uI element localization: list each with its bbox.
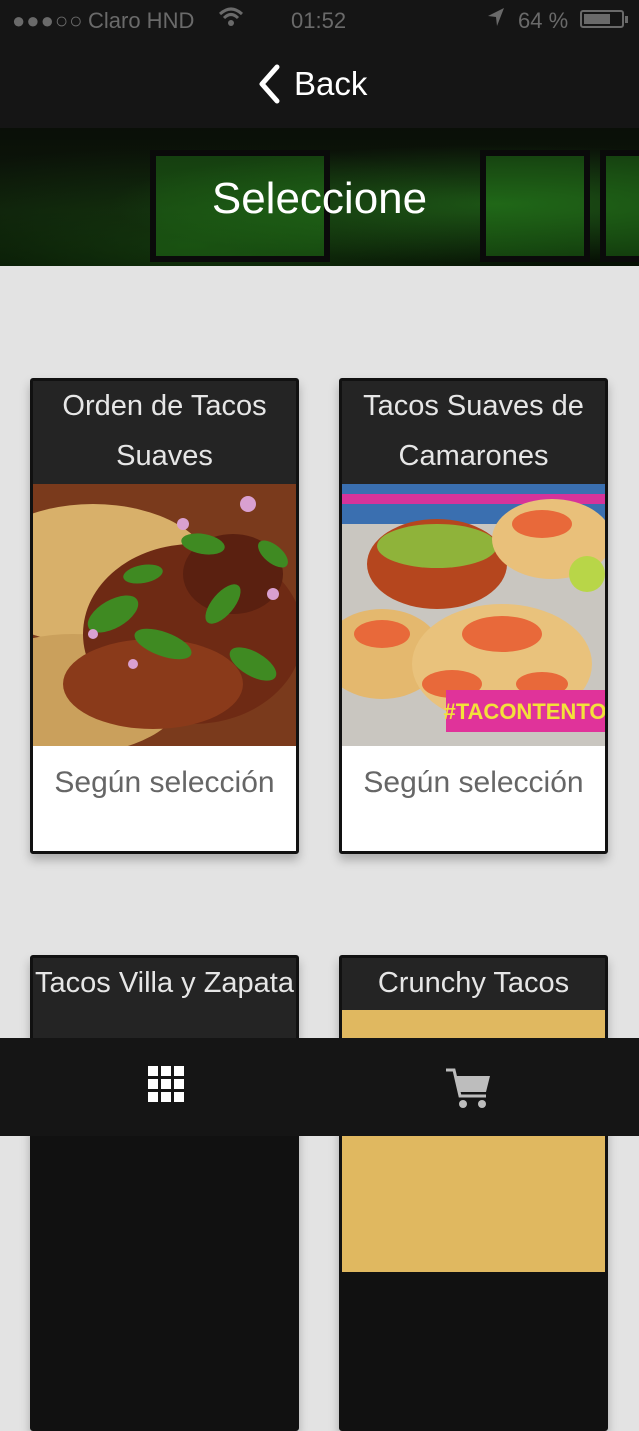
product-image-beef-tacos xyxy=(33,484,296,754)
battery-percentage: 64 % xyxy=(518,8,569,33)
page-title: Seleccione xyxy=(211,174,428,223)
product-title: Tacos Suaves de Camarones xyxy=(342,381,605,484)
product-title: Crunchy Tacos xyxy=(342,958,605,1010)
carrier-name: Claro HND xyxy=(88,8,195,33)
product-price: Según selección xyxy=(33,746,296,851)
wifi-icon xyxy=(218,6,244,34)
product-price: Según selección xyxy=(342,746,605,851)
product-card[interactable]: Tacos Suaves de Camarones #TACONTENTO Se… xyxy=(339,378,608,854)
product-card[interactable]: Orden de Tacos Suaves Según selección xyxy=(30,378,299,854)
status-bar: ●●●○○ Claro HND 01:52 64 % xyxy=(0,0,639,40)
back-button[interactable]: Back xyxy=(256,62,367,106)
grid-menu-icon[interactable] xyxy=(146,1064,194,1112)
battery-icon xyxy=(580,10,628,28)
bottom-tab-bar xyxy=(0,1038,639,1136)
product-image-shrimp-tacos: #TACONTENTO xyxy=(342,484,605,746)
product-badge: #TACONTENTO xyxy=(444,699,605,724)
product-title: Orden de Tacos Suaves xyxy=(33,381,296,484)
chevron-left-icon xyxy=(259,64,280,104)
back-label: Back xyxy=(294,65,368,102)
clock: 01:52 xyxy=(291,8,347,33)
header-banner: Seleccione xyxy=(0,128,639,266)
top-bar: ●●●○○ Claro HND 01:52 64 % Back xyxy=(0,0,639,128)
product-card[interactable]: Crunchy Tacos xyxy=(339,955,608,1431)
cart-icon[interactable] xyxy=(444,1064,492,1112)
product-card[interactable]: Tacos Villa y Zapata xyxy=(30,955,299,1431)
signal-strength: ●●●○○ xyxy=(12,8,84,33)
location-arrow-icon xyxy=(486,6,506,34)
